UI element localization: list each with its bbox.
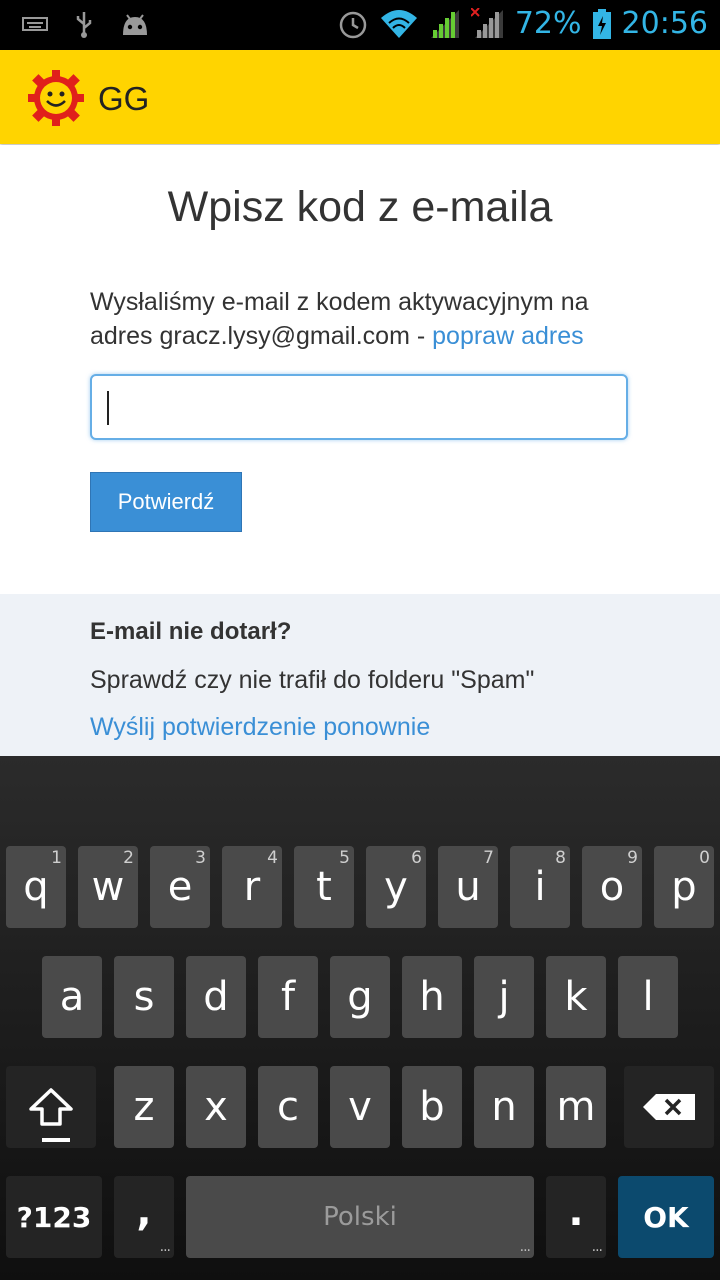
key-hint: 2 bbox=[123, 848, 134, 868]
page-title: Wpisz kod z e-maila bbox=[167, 183, 553, 231]
symbols-key[interactable]: ?123 bbox=[6, 1176, 102, 1258]
key-label: w bbox=[91, 864, 125, 910]
ok-key[interactable]: OK bbox=[618, 1176, 714, 1258]
signal-no-data-icon bbox=[470, 7, 505, 40]
key-label: y bbox=[384, 864, 408, 910]
key-hint: 8 bbox=[555, 848, 566, 868]
space-label: Polski bbox=[323, 1202, 397, 1232]
key-n[interactable]: n bbox=[474, 1066, 534, 1148]
backspace-icon bbox=[643, 1094, 695, 1120]
key-r[interactable]: r4 bbox=[222, 846, 282, 928]
clock: 20:56 bbox=[621, 6, 708, 41]
key-v[interactable]: v bbox=[330, 1066, 390, 1148]
key-e[interactable]: e3 bbox=[150, 846, 210, 928]
key-x[interactable]: x bbox=[186, 1066, 246, 1148]
comma-label: , bbox=[136, 1189, 152, 1235]
shift-arrow-icon bbox=[29, 1088, 73, 1126]
key-c[interactable]: c bbox=[258, 1066, 318, 1148]
verification-form: Wpisz kod z e-maila Wysłaliśmy e-mail z … bbox=[0, 145, 720, 595]
key-hint: 6 bbox=[411, 848, 422, 868]
key-label: o bbox=[599, 864, 625, 910]
comma-key[interactable]: ,... bbox=[114, 1176, 174, 1258]
keyboard-icon bbox=[22, 16, 48, 32]
battery-percent: 72% bbox=[514, 6, 582, 41]
key-q[interactable]: q1 bbox=[6, 846, 66, 928]
resend-confirmation-link[interactable]: Wyślij potwierdzenie ponownie bbox=[90, 713, 430, 742]
key-f[interactable]: f bbox=[258, 956, 318, 1038]
help-section: E-mail nie dotarł? Sprawdź czy nie trafi… bbox=[0, 594, 720, 756]
fix-address-link[interactable]: popraw adres bbox=[432, 322, 583, 350]
app-bar: GG bbox=[0, 50, 720, 144]
more-keys-indicator: ... bbox=[591, 1239, 603, 1255]
period-key[interactable]: .... bbox=[546, 1176, 606, 1258]
key-k[interactable]: k bbox=[546, 956, 606, 1038]
gg-sun-logo[interactable] bbox=[28, 70, 84, 126]
key-label: r bbox=[243, 864, 261, 910]
key-j[interactable]: j bbox=[474, 956, 534, 1038]
help-title: E-mail nie dotarł? bbox=[90, 618, 292, 645]
instructions-text: Wysłaliśmy e-mail z kodem aktywacyjnym n… bbox=[90, 285, 650, 353]
usb-icon bbox=[74, 10, 94, 38]
soft-keyboard: q1 w2 e3 r4 t5 y6 u7 i8 o9 p0 a s d f g … bbox=[0, 756, 720, 1280]
more-keys-indicator: ... bbox=[159, 1239, 171, 1255]
help-text: Sprawdź czy nie trafił do folderu "Spam" bbox=[90, 666, 535, 694]
activation-code-input[interactable] bbox=[90, 374, 628, 440]
key-b[interactable]: b bbox=[402, 1066, 462, 1148]
key-label: q bbox=[23, 864, 49, 910]
key-w[interactable]: w2 bbox=[78, 846, 138, 928]
signal-icon bbox=[429, 8, 461, 40]
key-i[interactable]: i8 bbox=[510, 846, 570, 928]
app-title: GG bbox=[98, 80, 150, 117]
key-hint: 4 bbox=[267, 848, 278, 868]
key-label: p bbox=[671, 864, 697, 910]
battery-charging-icon bbox=[592, 8, 612, 40]
key-m[interactable]: m bbox=[546, 1066, 606, 1148]
key-hint: 3 bbox=[195, 848, 206, 868]
key-label: i bbox=[534, 864, 546, 910]
key-t[interactable]: t5 bbox=[294, 846, 354, 928]
text-caret bbox=[107, 391, 109, 425]
key-hint: 7 bbox=[483, 848, 494, 868]
more-keys-indicator: ... bbox=[519, 1239, 531, 1255]
shift-key[interactable] bbox=[6, 1066, 96, 1148]
key-g[interactable]: g bbox=[330, 956, 390, 1038]
key-y[interactable]: y6 bbox=[366, 846, 426, 928]
wifi-icon bbox=[379, 8, 419, 40]
alarm-icon bbox=[337, 8, 369, 40]
key-label: u bbox=[455, 864, 481, 910]
key-p[interactable]: p0 bbox=[654, 846, 714, 928]
key-a[interactable]: a bbox=[42, 956, 102, 1038]
key-hint: 0 bbox=[699, 848, 710, 868]
key-d[interactable]: d bbox=[186, 956, 246, 1038]
key-h[interactable]: h bbox=[402, 956, 462, 1038]
shift-indicator bbox=[42, 1138, 70, 1142]
key-hint: 5 bbox=[339, 848, 350, 868]
key-l[interactable]: l bbox=[618, 956, 678, 1038]
period-label: . bbox=[568, 1189, 584, 1235]
confirm-button[interactable]: Potwierdź bbox=[90, 472, 242, 532]
key-s[interactable]: s bbox=[114, 956, 174, 1038]
space-key[interactable]: Polski... bbox=[186, 1176, 534, 1258]
key-label: t bbox=[316, 864, 332, 910]
android-icon bbox=[120, 11, 150, 37]
backspace-key[interactable] bbox=[624, 1066, 714, 1148]
key-o[interactable]: o9 bbox=[582, 846, 642, 928]
key-hint: 9 bbox=[627, 848, 638, 868]
status-bar: 72% 20:56 bbox=[0, 0, 720, 50]
key-label: e bbox=[167, 864, 193, 910]
key-u[interactable]: u7 bbox=[438, 846, 498, 928]
key-hint: 1 bbox=[51, 848, 62, 868]
key-z[interactable]: z bbox=[114, 1066, 174, 1148]
